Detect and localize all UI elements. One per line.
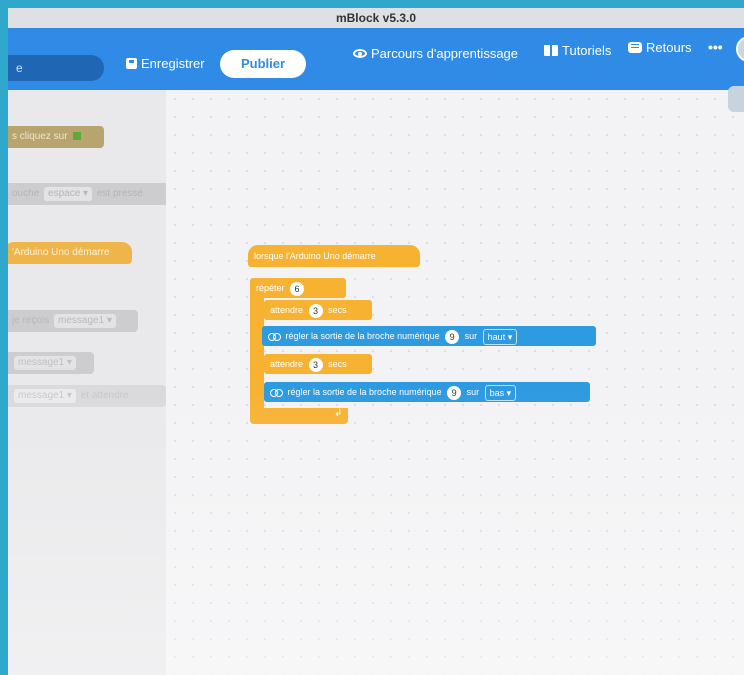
- sprite-panel-tab[interactable]: [728, 86, 744, 112]
- block-palette: s cliquez sur ouche espace ▾ est pressé …: [8, 90, 172, 675]
- palette-block-label: est pressé: [96, 188, 143, 199]
- script-workspace[interactable]: lorsque l'Arduino Uno démarre répéter 6 …: [166, 86, 744, 675]
- save-label: Enregistrer: [141, 56, 205, 71]
- sur-label: sur: [466, 387, 480, 397]
- palette-block-when-key-pressed[interactable]: ouche espace ▾ est pressé: [8, 183, 172, 205]
- avatar[interactable]: [736, 36, 744, 62]
- mblock-window: mBlock v5.3.0 e Enregistrer Publier Parc…: [8, 8, 744, 675]
- window-title: mBlock v5.3.0: [335, 11, 417, 25]
- set-digital-pin-block-2[interactable]: régler la sortie de la broche numérique …: [264, 382, 590, 402]
- save-icon: [126, 58, 137, 69]
- more-menu-button[interactable]: •••: [708, 39, 723, 55]
- set-pin-label: régler la sortie de la broche numérique: [285, 331, 440, 341]
- pin-number-input[interactable]: 9: [445, 329, 460, 344]
- message-dropdown[interactable]: message1 ▾: [54, 314, 116, 328]
- green-flag-icon: [73, 132, 82, 141]
- wait-unit: secs: [328, 359, 347, 369]
- palette-block-label: et attendre: [80, 390, 129, 401]
- pin-number-input[interactable]: 9: [447, 385, 462, 400]
- arduino-extension-icon: [268, 332, 281, 341]
- book-icon: [544, 45, 558, 56]
- wait-unit: secs: [328, 305, 347, 315]
- pin-state-dropdown[interactable]: haut ▾: [482, 328, 518, 345]
- repeat-block[interactable]: répéter 6: [250, 278, 346, 298]
- palette-block-label: je reçois: [12, 315, 50, 326]
- hat-block-arduino-starts[interactable]: lorsque l'Arduino Uno démarre: [248, 245, 420, 267]
- key-dropdown[interactable]: espace ▾: [44, 187, 93, 201]
- set-pin-label: régler la sortie de la broche numérique: [287, 387, 442, 397]
- wait-block-1[interactable]: attendre 3 secs: [264, 300, 372, 320]
- message-dropdown[interactable]: message1 ▾: [14, 356, 76, 370]
- eye-icon: [353, 49, 367, 58]
- wait-seconds-input[interactable]: 3: [308, 303, 323, 318]
- palette-block-broadcast[interactable]: message1 ▾: [8, 352, 94, 374]
- publish-button[interactable]: Publier: [220, 50, 306, 78]
- loop-arrow-icon: ↲: [334, 408, 343, 419]
- arduino-extension-icon: [270, 388, 283, 397]
- palette-block-label: s cliquez sur: [12, 131, 68, 142]
- title-bar: mBlock v5.3.0: [8, 8, 744, 28]
- palette-block-arduino-starts[interactable]: 'Arduino Uno démarre: [8, 242, 132, 264]
- set-digital-pin-block-1[interactable]: régler la sortie de la broche numérique …: [262, 326, 596, 346]
- feedback-label: Retours: [646, 40, 692, 55]
- tutorials-label: Tutoriels: [562, 43, 612, 58]
- palette-block-when-receive[interactable]: je reçois message1 ▾: [8, 310, 138, 332]
- wait-block-2[interactable]: attendre 3 secs: [264, 354, 372, 374]
- save-button[interactable]: Enregistrer: [126, 56, 205, 71]
- feedback-button[interactable]: Retours: [628, 40, 692, 55]
- wait-label: attendre: [270, 305, 304, 315]
- repeat-block-arm: [250, 296, 264, 412]
- project-name-input[interactable]: e: [8, 55, 104, 81]
- sur-label: sur: [464, 331, 478, 341]
- palette-block-label: ouche: [12, 188, 40, 199]
- message-dropdown[interactable]: message1 ▾: [14, 389, 76, 403]
- wait-label: attendre: [270, 359, 304, 369]
- palette-block-when-flag-clicked[interactable]: s cliquez sur: [8, 126, 104, 148]
- learning-path-label: Parcours d'apprentissage: [371, 46, 519, 61]
- pin-state-dropdown[interactable]: bas ▾: [484, 384, 517, 401]
- repeat-label: répéter: [256, 283, 285, 293]
- repeat-count-input[interactable]: 6: [290, 281, 305, 296]
- palette-block-broadcast-and-wait[interactable]: message1 ▾ et attendre: [8, 385, 166, 407]
- top-toolbar: e Enregistrer Publier Parcours d'apprent…: [8, 28, 744, 90]
- tutorials-button[interactable]: Tutoriels: [544, 43, 611, 58]
- learning-path-button[interactable]: Parcours d'apprentissage: [353, 46, 518, 61]
- chat-icon: [628, 42, 642, 53]
- wait-seconds-input[interactable]: 3: [308, 357, 323, 372]
